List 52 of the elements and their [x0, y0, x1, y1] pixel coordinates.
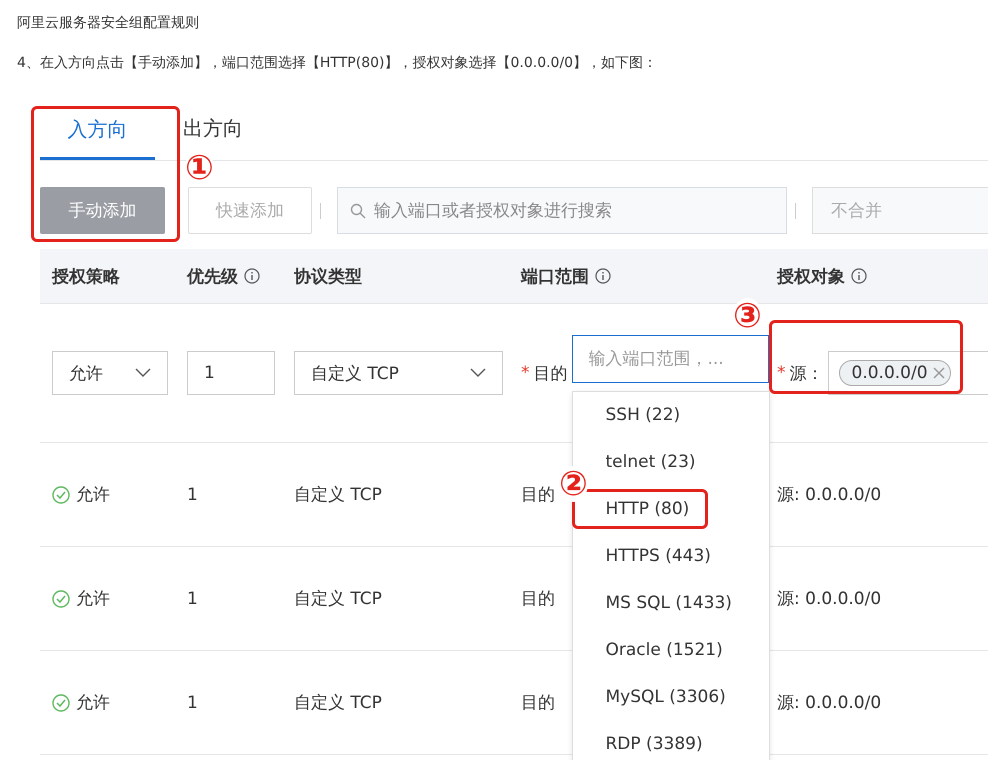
- search-input[interactable]: 输入端口或者授权对象进行搜索: [374, 200, 764, 220]
- priority-input[interactable]: 1: [187, 351, 275, 395]
- dropdown-option[interactable]: Oracle (1521): [606, 639, 723, 661]
- required-mark: *: [521, 363, 530, 383]
- close-icon[interactable]: [932, 366, 946, 380]
- source-tag: 0.0.0.0/0: [838, 360, 951, 386]
- search-field[interactable]: 输入端口或者授权对象进行搜索: [337, 187, 787, 234]
- dropdown-option[interactable]: HTTPS (443): [606, 545, 711, 567]
- chevron-down-icon: [135, 368, 151, 378]
- policy-text: 允许: [76, 484, 110, 506]
- port-label: 目的: [534, 362, 568, 384]
- policy-text: 允许: [76, 588, 110, 610]
- tab[interactable]: 入方向: [40, 100, 155, 160]
- dropdown-option[interactable]: SSH (22): [606, 404, 680, 426]
- check-circle-icon: [52, 694, 70, 712]
- protocol-select[interactable]: 自定义 TCP: [294, 351, 503, 395]
- table-cell-text: 目的: [521, 692, 555, 714]
- check-circle-icon: [52, 486, 70, 504]
- table-cell-text: 自定义 TCP: [294, 692, 382, 714]
- dropdown-option[interactable]: MS SQL (1433): [606, 592, 732, 614]
- table-cell-text: 自定义 TCP: [294, 484, 382, 506]
- source-label: 源：: [790, 362, 824, 384]
- column-header: 协议类型: [294, 266, 362, 288]
- column-header: 授权对象: [777, 266, 845, 288]
- policy-text: 允许: [76, 692, 110, 714]
- table-cell-text: 自定义 TCP: [294, 588, 382, 610]
- column-header: 端口范围: [521, 266, 589, 288]
- table-cell: 1: [187, 484, 198, 504]
- table-cell-text: 源: 0.0.0.0/0: [777, 588, 882, 610]
- table-cell: 1: [187, 692, 198, 712]
- step-number: ②: [559, 466, 588, 502]
- step-text: 4、在入方向点击【手动添加】，端口范围选择【HTTP(80)】，授权对象选择【0.0.0.0/0】，如下图：: [17, 54, 658, 73]
- dropdown-option[interactable]: HTTP (80): [606, 498, 690, 520]
- chevron-down-icon: [470, 368, 486, 378]
- policy-select[interactable]: 允许: [52, 351, 168, 395]
- tab[interactable]: 出方向: [179, 106, 247, 150]
- table-cell-text: 源: 0.0.0.0/0: [777, 692, 882, 714]
- table-cell-text: 目的: [521, 484, 555, 506]
- required-mark: *: [777, 363, 786, 383]
- search-icon: [350, 202, 366, 218]
- check-circle-icon: [52, 590, 70, 608]
- dropdown-option[interactable]: RDP (3389): [606, 733, 703, 755]
- table-cell-text: 源: 0.0.0.0/0: [777, 484, 882, 506]
- source-field[interactable]: 0.0.0.0/0: [828, 351, 988, 395]
- column-header: 授权策略: [52, 266, 120, 288]
- column-header: 优先级: [187, 266, 238, 288]
- article-title: 阿里云服务器安全组配置规则: [17, 14, 200, 33]
- table-cell: 1: [187, 588, 198, 608]
- dropdown-option[interactable]: telnet (23): [606, 451, 696, 473]
- dropdown-option[interactable]: MySQL (3306): [606, 686, 726, 708]
- port-range-input[interactable]: 输入端口范围，...: [572, 335, 768, 383]
- table-cell-text: 目的: [521, 588, 555, 610]
